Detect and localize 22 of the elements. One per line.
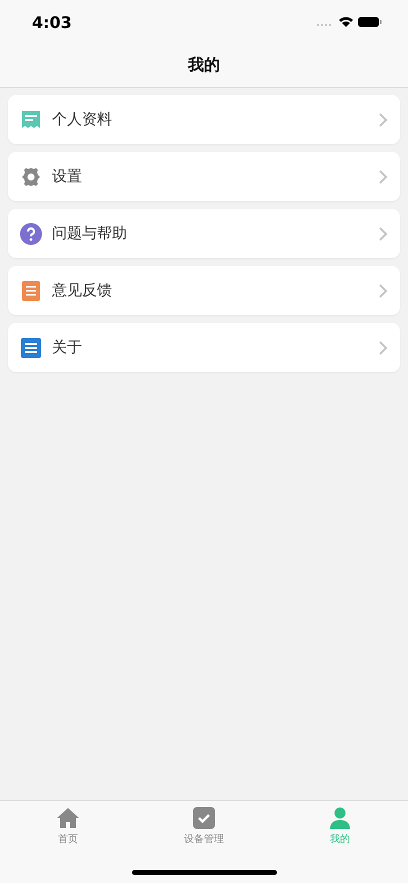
wifi-icon bbox=[339, 17, 353, 27]
menu-item[interactable]: 意见反馈 bbox=[8, 266, 400, 315]
person-icon bbox=[328, 806, 352, 830]
chevron-icon bbox=[378, 112, 388, 128]
chevron-icon bbox=[378, 226, 388, 242]
document-icon bbox=[20, 108, 42, 130]
menu-item[interactable]: 设置 bbox=[8, 152, 400, 201]
chevron-icon bbox=[378, 282, 388, 298]
question-icon bbox=[20, 222, 42, 244]
house-icon bbox=[56, 806, 80, 830]
list-icon bbox=[20, 280, 42, 302]
list-icon bbox=[20, 336, 42, 358]
menu-item[interactable]: 问题与帮助 bbox=[8, 209, 400, 258]
battery-icon bbox=[358, 17, 382, 27]
status-time: 4:03 bbox=[32, 12, 72, 32]
menu-item[interactable]: 个人资料 bbox=[8, 95, 400, 144]
menu-item[interactable]: 关于 bbox=[8, 323, 400, 372]
chevron-icon bbox=[378, 168, 388, 184]
page-title: 我的 bbox=[188, 55, 220, 76]
checkbox-icon bbox=[192, 806, 216, 830]
chevron-icon bbox=[378, 340, 388, 356]
gear-icon bbox=[20, 166, 42, 188]
